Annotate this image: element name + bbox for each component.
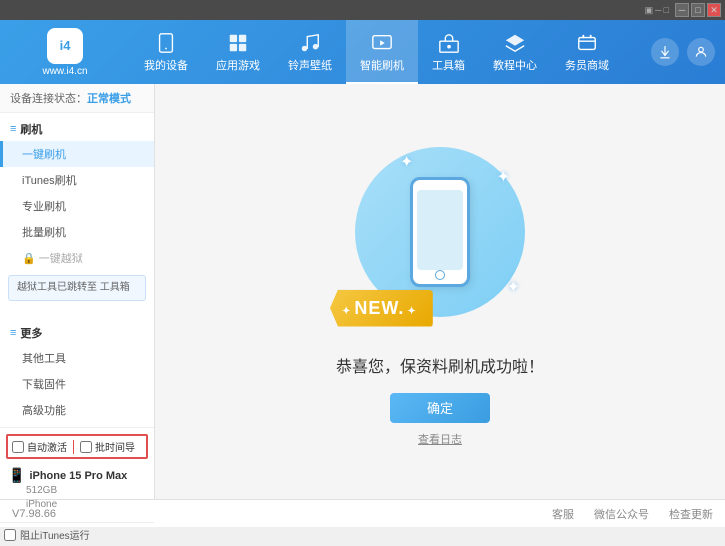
itunes-row: 阻止iTunes运行 <box>0 522 154 546</box>
maximize-button[interactable]: □ <box>691 3 705 17</box>
download-button[interactable] <box>651 38 679 66</box>
sidebar: 设备连接状态：正常模式 ≡ 刷机 一键刷机 iTunes刷机 专业刷机 批量刷机… <box>0 84 155 499</box>
nav-ringtone[interactable]: 铃声壁纸 <box>274 20 346 84</box>
auto-guide-input[interactable] <box>80 441 92 453</box>
log-link[interactable]: 查看日志 <box>418 431 462 447</box>
nav-service[interactable]: 务员商域 <box>551 20 623 84</box>
sidebar-jailbreak-notice: 越狱工具已跳转至 工具箱 <box>8 275 146 301</box>
sparkle-3: ✦ <box>507 277 520 297</box>
auto-guide-label: 批时间导 <box>95 439 135 454</box>
sparkle-1: ✦ <box>400 152 413 172</box>
footer-version: V7.98.66 <box>12 508 56 520</box>
device-name: iPhone 15 Pro Max <box>29 470 127 482</box>
sidebar-flash-label: 刷机 <box>20 121 42 137</box>
sidebar-item-one-key-flash[interactable]: 一键刷机 <box>0 141 154 167</box>
nav-ringtone-label: 铃声壁纸 <box>288 57 332 73</box>
header: i4 www.i4.cn 我的设备 应用游戏 铃声壁纸 智能刷机 工具箱 <box>0 20 725 84</box>
nav-my-device[interactable]: 我的设备 <box>130 20 202 84</box>
sparkle-2: ✦ <box>497 167 510 187</box>
logo-text: www.i4.cn <box>42 66 87 77</box>
logo-icon: i4 <box>47 28 83 64</box>
nav-tutorial[interactable]: 教程中心 <box>479 20 551 84</box>
main-container: 设备连接状态：正常模式 ≡ 刷机 一键刷机 iTunes刷机 专业刷机 批量刷机… <box>0 84 725 499</box>
auto-guide-checkbox[interactable]: 批时间导 <box>80 439 135 454</box>
sidebar-item-advanced[interactable]: 高级功能 <box>0 397 154 423</box>
minimize-button[interactable]: ─ <box>675 3 689 17</box>
header-right <box>651 38 725 66</box>
nav-tutorial-label: 教程中心 <box>493 57 537 73</box>
sidebar-more-label: 更多 <box>20 325 42 341</box>
flash-icon: ≡ <box>10 123 16 135</box>
nav-smart-flash-label: 智能刷机 <box>360 57 404 73</box>
sidebar-more-section: ≡ 更多 其他工具 下载固件 高级功能 <box>0 317 154 427</box>
sidebar-item-one-key-jailbreak: 🔒 一键越狱 <box>0 245 154 271</box>
auto-activate-label: 自动激活 <box>27 439 67 454</box>
nav-apps-games[interactable]: 应用游戏 <box>202 20 274 84</box>
checkbox-row: 自动激活 批时间导 <box>6 434 148 459</box>
nav-smart-flash[interactable]: 智能刷机 <box>346 20 418 84</box>
status-bar: 设备连接状态：正常模式 <box>0 84 154 113</box>
device-icon: 📱 <box>8 467 25 484</box>
block-itunes-checkbox[interactable] <box>4 529 16 541</box>
sidebar-item-itunes-flash[interactable]: iTunes刷机 <box>0 167 154 193</box>
nav-items: 我的设备 应用游戏 铃声壁纸 智能刷机 工具箱 教程中心 务员商 <box>130 20 651 84</box>
phone-screen <box>417 190 463 270</box>
titlebar: ▣─□ ─ □ ✕ <box>0 0 725 20</box>
nav-toolbox-label: 工具箱 <box>432 57 465 73</box>
auto-activate-checkbox[interactable]: 自动激活 <box>12 439 67 454</box>
sidebar-more-header: ≡ 更多 <box>0 321 154 345</box>
sidebar-flash-section: ≡ 刷机 一键刷机 iTunes刷机 专业刷机 批量刷机 🔒 一键越狱 越狱工具… <box>0 113 154 309</box>
confirm-button[interactable]: 确定 <box>390 393 490 423</box>
device-storage: 512GB <box>8 484 146 498</box>
footer-check-update[interactable]: 检查更新 <box>669 506 713 522</box>
logo-area: i4 www.i4.cn <box>0 28 130 77</box>
close-button[interactable]: ✕ <box>707 3 721 17</box>
checkbox-sep <box>73 440 74 454</box>
phone-body <box>410 177 470 287</box>
block-itunes-label: 阻止iTunes运行 <box>20 527 90 542</box>
new-badge: NEW. <box>330 290 433 327</box>
sidebar-item-pro-flash[interactable]: 专业刷机 <box>0 193 154 219</box>
more-icon: ≡ <box>10 327 16 339</box>
footer-customer-service[interactable]: 客服 <box>552 506 574 522</box>
footer-wechat[interactable]: 微信公众号 <box>594 506 649 522</box>
device-name-row: 📱 iPhone 15 Pro Max <box>8 467 146 484</box>
sidebar-item-download-fw[interactable]: 下载固件 <box>0 371 154 397</box>
auto-activate-input[interactable] <box>12 441 24 453</box>
nav-toolbox[interactable]: 工具箱 <box>418 20 479 84</box>
success-text: 恭喜您，保资料刷机成功啦！ <box>336 353 544 377</box>
phone-home-button <box>435 270 445 280</box>
sidebar-item-other-tools[interactable]: 其他工具 <box>0 345 154 371</box>
sidebar-item-batch-flash[interactable]: 批量刷机 <box>0 219 154 245</box>
status-label: 设备连接状态： <box>10 93 87 105</box>
nav-apps-label: 应用游戏 <box>216 57 260 73</box>
content-area: NEW. ✦ ✦ ✦ 恭喜您，保资料刷机成功啦！ 确定 查看日志 <box>155 84 725 499</box>
user-button[interactable] <box>687 38 715 66</box>
nav-service-label: 务员商域 <box>565 57 609 73</box>
status-mode: 正常模式 <box>87 93 131 105</box>
success-illustration: NEW. ✦ ✦ ✦ <box>340 137 540 337</box>
sidebar-section-flash-header: ≡ 刷机 <box>0 117 154 141</box>
nav-my-device-label: 我的设备 <box>144 57 188 73</box>
